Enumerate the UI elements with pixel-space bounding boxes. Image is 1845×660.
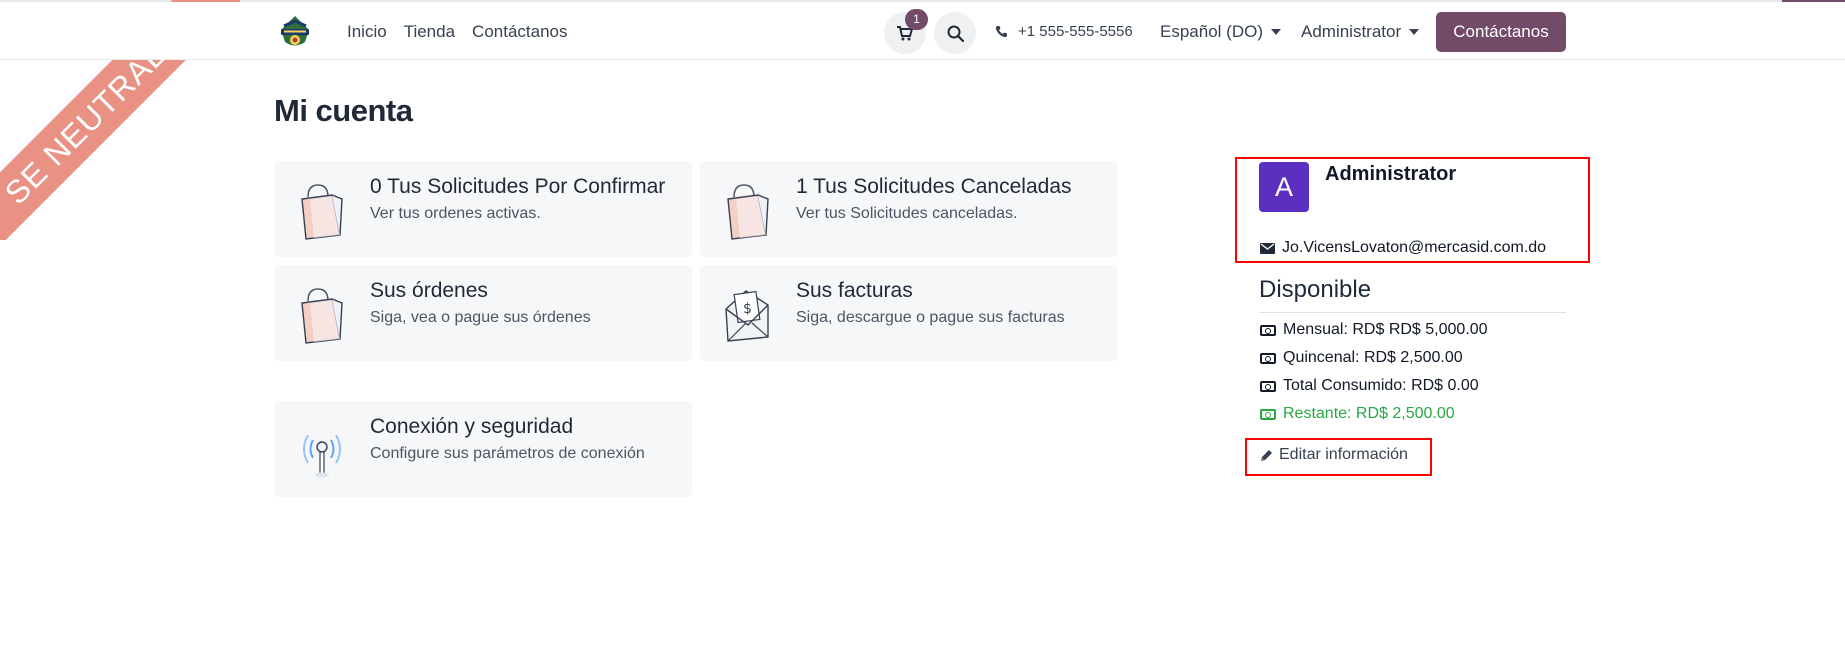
- card-subtitle: Siga, vea o pague sus órdenes: [370, 309, 591, 326]
- avatar: A: [1259, 162, 1309, 212]
- invoice-envelope-icon: $: [725, 290, 769, 342]
- divider: [1259, 312, 1566, 313]
- antenna-icon: [303, 434, 341, 478]
- available-title: Disponible: [1259, 276, 1372, 303]
- card-title: Sus facturas: [796, 279, 913, 302]
- card-subtitle: Configure sus parámetros de conexión: [370, 445, 645, 462]
- biweekly-text: Quincenal: RD$ 2,500.00: [1283, 349, 1463, 366]
- svg-text:$: $: [743, 301, 752, 317]
- user-label: Administrator: [1301, 22, 1402, 41]
- profile-name: Administrator: [1325, 163, 1457, 185]
- search-button[interactable]: [934, 12, 976, 54]
- edit-info-label: Editar información: [1279, 446, 1408, 463]
- card-title: Sus órdenes: [370, 279, 488, 302]
- page-title: Mi cuenta: [274, 93, 413, 128]
- monthly-line: Mensual: RD$ RD$ 5,000.00: [1260, 321, 1488, 339]
- user-dropdown[interactable]: Administrator: [1301, 22, 1420, 42]
- main-nav: Inicio Tienda Contáctanos: [347, 22, 568, 42]
- site-header: Inicio Tienda Contáctanos 1 +1 555-555-5…: [0, 2, 1845, 60]
- money-icon: [1260, 380, 1276, 392]
- monthly-text: Mensual: RD$ RD$ 5,000.00: [1283, 321, 1488, 338]
- remaining-text: Restante: RD$ 2,500.00: [1283, 405, 1455, 422]
- nav-inicio[interactable]: Inicio: [347, 22, 387, 42]
- edit-info-link[interactable]: Editar información: [1260, 446, 1408, 464]
- card-subtitle: Ver tus ordenes activas.: [370, 205, 541, 222]
- language-label: Español (DO): [1160, 22, 1263, 41]
- company-logo[interactable]: [275, 12, 315, 50]
- money-icon: [1260, 408, 1276, 420]
- nav-contactanos[interactable]: Contáctanos: [472, 22, 567, 42]
- nav-tienda[interactable]: Tienda: [404, 22, 455, 42]
- shopping-bag-icon: [727, 184, 769, 240]
- email-text: Jo.VicensLovaton@mercasid.com.do: [1282, 239, 1547, 256]
- phone-contact[interactable]: +1 555-555-5556: [995, 23, 1133, 40]
- consumed-text: Total Consumido: RD$ 0.00: [1283, 377, 1479, 394]
- remaining-line: Restante: RD$ 2,500.00: [1260, 405, 1455, 423]
- card-subtitle: Ver tus Solicitudes canceladas.: [796, 205, 1018, 222]
- card-title: 1 Tus Solicitudes Canceladas: [796, 175, 1072, 198]
- card-orders[interactable]: Sus órdenes Siga, vea o pague sus órdene…: [274, 265, 692, 361]
- phone-number: +1 555-555-5556: [1018, 23, 1133, 40]
- card-security[interactable]: Conexión y seguridad Configure sus parám…: [274, 401, 692, 497]
- shopping-bag-icon: [301, 184, 343, 240]
- pencil-icon: [1261, 449, 1272, 461]
- envelope-icon: [1260, 242, 1275, 254]
- consumed-line: Total Consumido: RD$ 0.00: [1260, 377, 1479, 395]
- money-icon: [1260, 324, 1276, 336]
- card-subtitle: Siga, descargue o pague sus facturas: [796, 309, 1065, 326]
- caret-down-icon: [1409, 29, 1420, 35]
- card-pending-requests[interactable]: 0 Tus Solicitudes Por Confirmar Ver tus …: [274, 161, 692, 257]
- card-invoices[interactable]: $ Sus facturas Siga, descargue o pague s…: [700, 265, 1118, 361]
- shopping-bag-icon: [301, 288, 343, 344]
- caret-down-icon: [1270, 29, 1281, 35]
- biweekly-line: Quincenal: RD$ 2,500.00: [1260, 349, 1463, 367]
- profile-email: Jo.VicensLovaton@mercasid.com.do: [1260, 239, 1546, 257]
- card-title: Conexión y seguridad: [370, 415, 574, 438]
- card-cancelled-requests[interactable]: 1 Tus Solicitudes Canceladas Ver tus Sol…: [700, 161, 1118, 257]
- search-icon: [947, 25, 964, 42]
- phone-icon: [995, 26, 1007, 38]
- contact-us-button[interactable]: Contáctanos: [1436, 12, 1566, 52]
- card-title: 0 Tus Solicitudes Por Confirmar: [370, 175, 666, 198]
- language-dropdown[interactable]: Español (DO): [1160, 22, 1281, 42]
- cart-count-badge: 1: [905, 9, 928, 30]
- money-icon: [1260, 352, 1276, 364]
